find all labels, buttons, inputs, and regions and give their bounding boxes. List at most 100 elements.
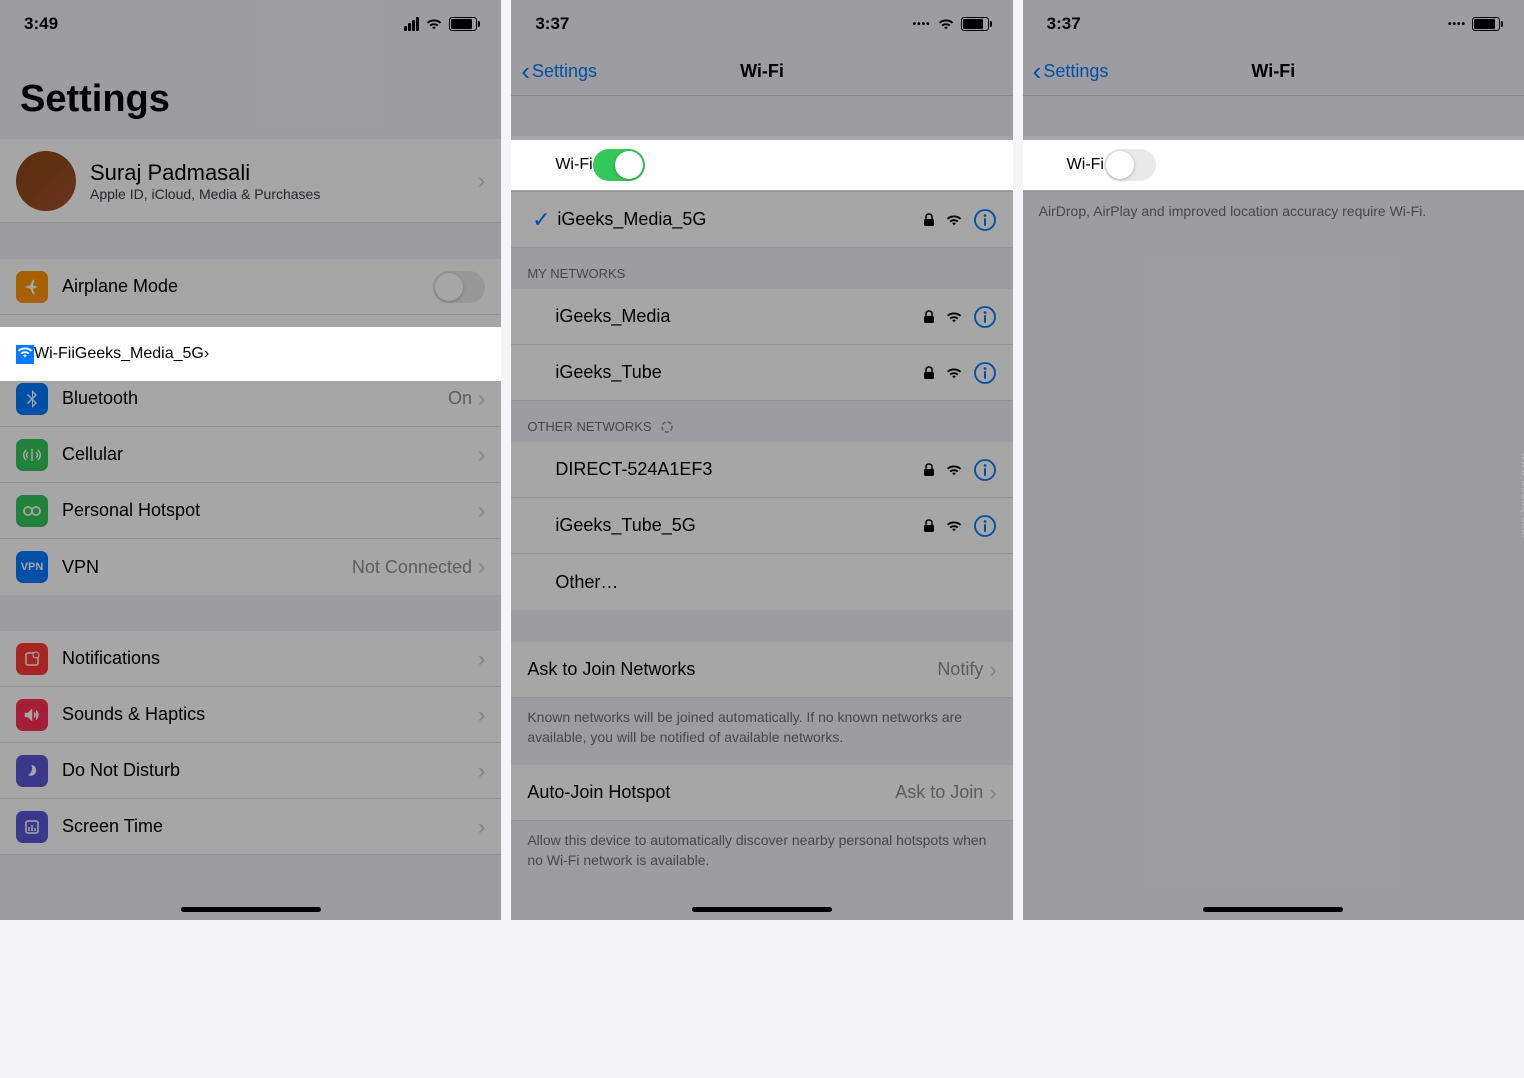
wifi-settings-icon [16,345,34,364]
wifi-label: Wi-Fi [34,345,71,363]
chevron-right-icon: › [478,646,485,672]
wifi-signal-icon [945,213,963,227]
my-networks-header: MY NETWORKS [511,248,1012,289]
status-time: 3:37 [1047,14,1081,34]
airplane-mode-row[interactable]: Airplane Mode [0,259,501,315]
status-time: 3:49 [24,14,58,34]
info-icon[interactable] [973,458,997,482]
profile-sub: Apple ID, iCloud, Media & Purchases [90,186,478,202]
lock-icon [923,519,935,533]
other-network-row[interactable]: Other… [511,554,1012,610]
chevron-right-icon: › [478,168,485,194]
airplane-icon [16,271,48,303]
checkmark-icon: ✓ [527,207,555,233]
ask-to-join-label: Ask to Join Networks [527,659,937,680]
wifi-toggle-row[interactable]: Wi-Fi [1023,140,1524,190]
sounds-label: Sounds & Haptics [62,704,478,725]
bluetooth-value: On [448,388,472,409]
chevron-right-icon: › [989,657,996,683]
chevron-right-icon: › [478,554,485,580]
connected-network-row[interactable]: ✓ iGeeks_Media_5G [511,192,1012,248]
screentime-row[interactable]: Screen Time › [0,799,501,855]
info-icon[interactable] [973,305,997,329]
wifi-row[interactable]: Wi-Fi iGeeks_Media_5G › [0,327,501,381]
wifi-toggle-label: Wi-Fi [527,156,592,174]
dnd-row[interactable]: Do Not Disturb › [0,743,501,799]
battery-icon [449,17,477,31]
lock-icon [923,310,935,324]
carrier-dots-icon: •••• [913,19,931,30]
network-row[interactable]: iGeeks_Tube [511,345,1012,401]
chevron-right-icon: › [478,702,485,728]
ask-to-join-row[interactable]: Ask to Join Networks Notify › [511,642,1012,698]
cellular-label: Cellular [62,444,478,465]
chevron-right-icon: › [478,386,485,412]
info-icon[interactable] [973,514,997,538]
status-icons: •••• [1448,17,1500,31]
vpn-label: VPN [62,557,352,578]
wifi-value: iGeeks_Media_5G [71,345,204,363]
network-name: DIRECT-524A1EF3 [555,459,922,480]
network-row[interactable]: DIRECT-524A1EF3 [511,442,1012,498]
chevron-right-icon: › [478,498,485,524]
apple-id-row[interactable]: Suraj Padmasali Apple ID, iCloud, Media … [0,139,501,223]
hotspot-icon [16,495,48,527]
status-icons: •••• [913,17,989,31]
auto-join-label: Auto-Join Hotspot [527,782,895,803]
profile-name: Suraj Padmasali [90,160,478,186]
bluetooth-label: Bluetooth [62,388,448,409]
sounds-row[interactable]: Sounds & Haptics › [0,687,501,743]
chevron-right-icon: › [989,780,996,806]
cellular-row[interactable]: Cellular › [0,427,501,483]
ask-to-join-footer: Known networks will be joined automatica… [511,698,1012,765]
vpn-value: Not Connected [352,557,472,578]
watermark: www.deuaq.com [1519,453,1524,539]
network-name: iGeeks_Tube [555,362,922,383]
wifi-toggle-label: Wi-Fi [1039,156,1104,174]
cellular-icon [16,439,48,471]
back-button[interactable]: ‹Settings [521,56,597,87]
airplane-label: Airplane Mode [62,276,433,297]
wifi-icon [425,17,443,31]
back-button[interactable]: ‹Settings [1033,56,1109,87]
page-title: Settings [0,48,501,139]
wifi-toggle-row[interactable]: Wi-Fi [511,140,1012,190]
hotspot-label: Personal Hotspot [62,500,478,521]
carrier-dots-icon: •••• [1448,19,1466,30]
vpn-row[interactable]: VPN VPN Not Connected › [0,539,501,595]
info-icon[interactable] [973,361,997,385]
network-name: iGeeks_Tube_5G [555,515,922,536]
vpn-icon: VPN [16,551,48,583]
chevron-right-icon: › [478,758,485,784]
wifi-signal-icon [945,366,963,380]
connected-network-name: iGeeks_Media_5G [557,209,922,230]
wifi-toggle[interactable] [1104,149,1156,181]
notifications-row[interactable]: Notifications › [0,631,501,687]
dnd-label: Do Not Disturb [62,760,478,781]
notifications-label: Notifications [62,648,478,669]
lock-icon [923,366,935,380]
network-row[interactable]: iGeeks_Media [511,289,1012,345]
screentime-label: Screen Time [62,816,478,837]
airplane-toggle[interactable] [433,271,485,303]
battery-icon [1472,17,1500,31]
dnd-icon [16,755,48,787]
status-icons [404,17,477,31]
hotspot-row[interactable]: Personal Hotspot › [0,483,501,539]
wifi-signal-icon [945,519,963,533]
signal-icon [404,17,419,31]
auto-join-hotspot-row[interactable]: Auto-Join Hotspot Ask to Join › [511,765,1012,821]
status-time: 3:37 [535,14,569,34]
wifi-toggle[interactable] [593,149,645,181]
network-row[interactable]: iGeeks_Tube_5G [511,498,1012,554]
chevron-left-icon: ‹ [1033,56,1042,87]
chevron-right-icon: › [478,442,485,468]
home-indicator[interactable] [1203,907,1343,912]
home-indicator[interactable] [692,907,832,912]
chevron-right-icon: › [204,345,209,363]
info-icon[interactable] [973,208,997,232]
other-label: Other… [555,572,996,593]
home-indicator[interactable] [181,907,321,912]
chevron-left-icon: ‹ [521,56,530,87]
network-name: iGeeks_Media [555,306,922,327]
